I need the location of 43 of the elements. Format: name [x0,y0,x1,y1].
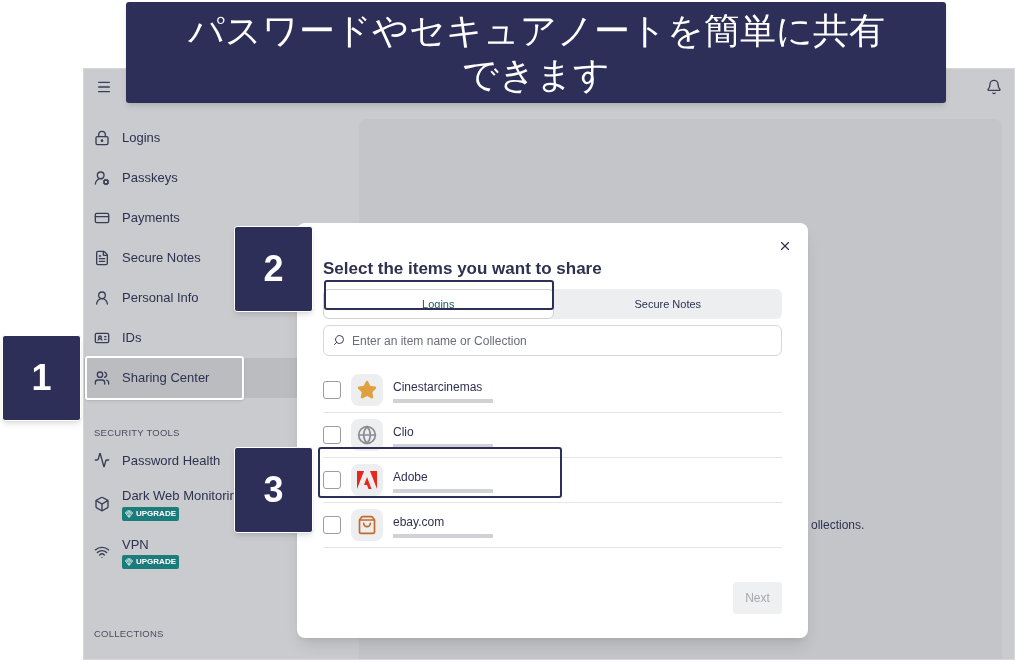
item-name: Adobe [393,468,429,486]
checkbox[interactable] [323,516,341,534]
triangle-logo-icon [357,470,377,490]
checkbox[interactable] [323,426,341,444]
search-icon [333,334,345,346]
checkbox[interactable] [323,471,341,489]
bell-icon[interactable] [986,78,1002,95]
caption-text: パスワードやセキュアノートを簡単に共有 [187,8,885,53]
item-name: Clio [393,423,415,441]
section-heading: COLLECTIONS [94,626,164,641]
step-number: 2 [234,226,313,312]
globe-icon [357,425,377,445]
id-card-icon [94,330,110,346]
bag-icon [357,515,377,535]
upgrade-badge[interactable]: UPGRADE [122,555,179,570]
caption-text: できます [462,52,610,97]
cube-icon [94,495,110,512]
people-icon [94,370,110,386]
close-icon[interactable] [778,239,792,253]
pulse-icon [94,452,110,469]
dialog-title: Select the items you want to share [323,258,603,280]
checkbox[interactable] [323,381,341,399]
wifi-icon [94,544,110,560]
step-number: 1 [2,335,81,421]
description-text: ollections. [811,518,865,532]
sidebar-item[interactable]: Passkeys [84,158,339,198]
step-number: 3 [234,447,313,533]
section-heading: SECURITY TOOLS [94,426,180,440]
document-icon [94,250,110,266]
sidebar-item[interactable]: VPN UPGRADE [84,534,339,570]
search-field[interactable]: Enter an item name or Collection [323,325,782,356]
lock-icon [94,130,110,146]
item-name: Cinestarcinemas [393,378,484,396]
diamond-icon [125,509,133,518]
card-icon [94,210,110,226]
tab[interactable]: Secure Notes [553,289,782,319]
upgrade-badge[interactable]: UPGRADE [122,506,179,521]
person-icon [94,290,110,306]
sidebar-item[interactable]: Logins [84,118,339,158]
diamond-icon [125,558,133,567]
person-gear-icon [94,170,110,186]
item-name: ebay.com [393,513,446,531]
star-icon [357,380,377,400]
